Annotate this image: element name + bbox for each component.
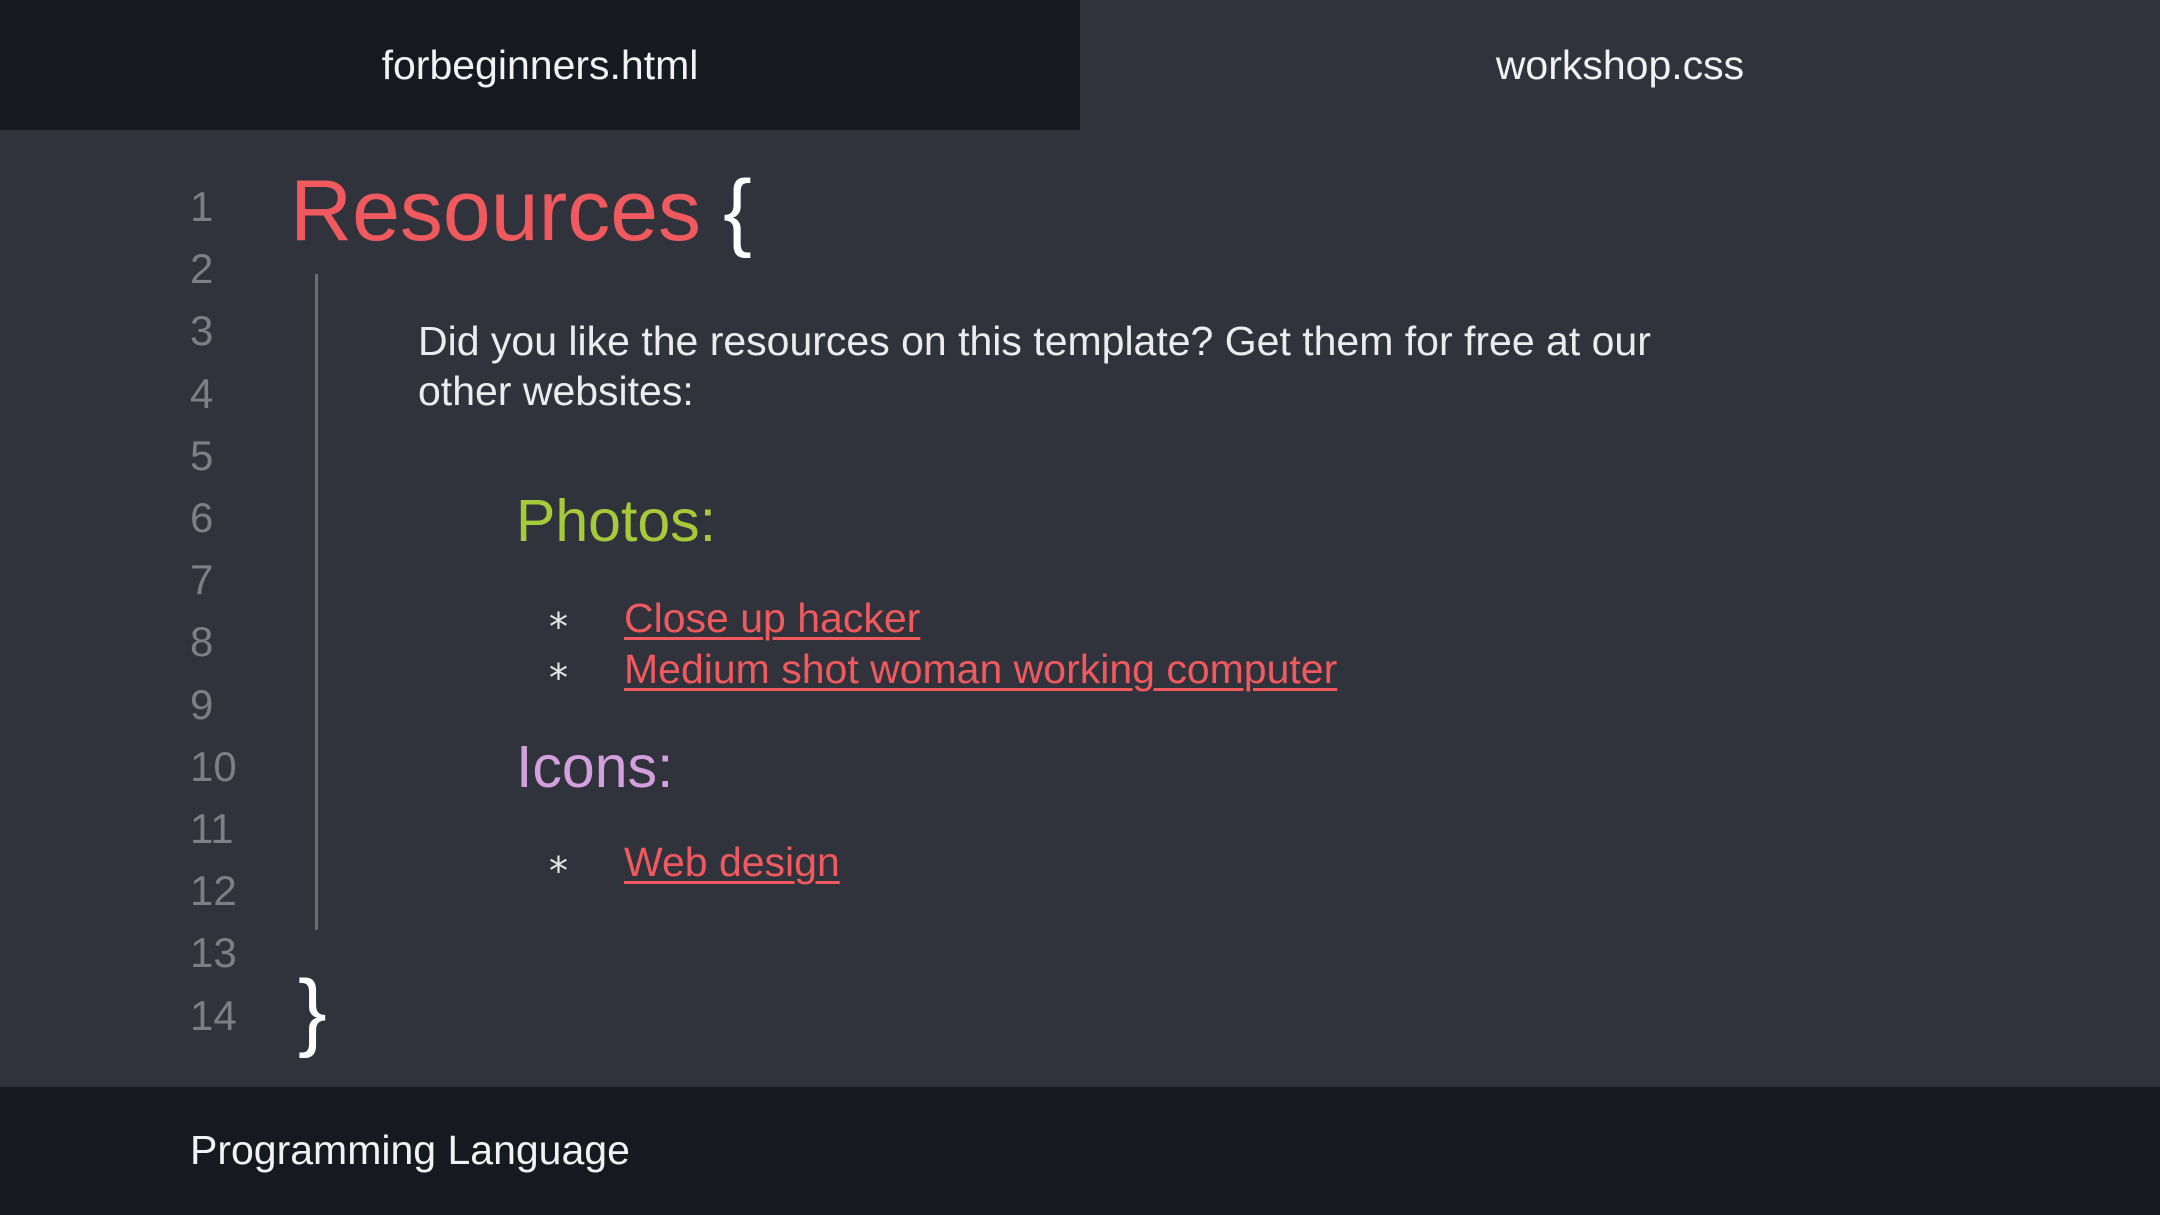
line-number: 3 [190,307,214,354]
line-number: 14 [190,992,237,1039]
bullet-asterisk-icon: * [549,849,568,893]
open-brace: { [723,163,752,259]
line-number: 6 [190,494,214,541]
close-brace: } [298,963,327,1059]
footer-label: Programming Language [190,1127,630,1173]
intro-paragraph: Did you like the resources on this templ… [418,318,1651,414]
title-word: Resources [290,163,702,259]
indent-guide-line [315,274,318,930]
line-number: 2 [190,245,214,292]
line-number: 4 [190,370,214,417]
tab-workshop-css[interactable]: workshop.css [1080,0,2160,130]
link-web-design[interactable]: Web design [624,842,840,883]
line-number: 13 [190,929,237,976]
line-number: 1 [190,183,214,230]
line-number: 11 [190,805,234,852]
tab-bar: forbeginners.html workshop.css [0,0,2160,130]
link-close-up-hacker[interactable]: Close up hacker [624,598,920,639]
line-number: 10 [190,743,237,790]
line-number: 12 [190,867,237,914]
tab-forbeginners-html[interactable]: forbeginners.html [0,0,1080,130]
link-medium-shot-woman[interactable]: Medium shot woman working computer [624,649,1337,690]
line-number: 5 [190,432,214,479]
bullet-asterisk-icon: * [549,656,568,700]
tab-label: workshop.css [1495,41,1745,88]
line-number: 7 [190,556,214,603]
line-number: 8 [190,618,214,665]
line-number: 9 [190,681,214,728]
photos-heading: Photos: [516,488,717,554]
bullet-asterisk-icon: * [549,605,568,649]
icons-heading: Icons: [516,734,674,800]
slide-page: forbeginners.html workshop.css 1 2 3 4 5… [0,0,2160,1215]
tab-label: forbeginners.html [381,41,699,88]
page-title: Resources{ [290,168,752,254]
